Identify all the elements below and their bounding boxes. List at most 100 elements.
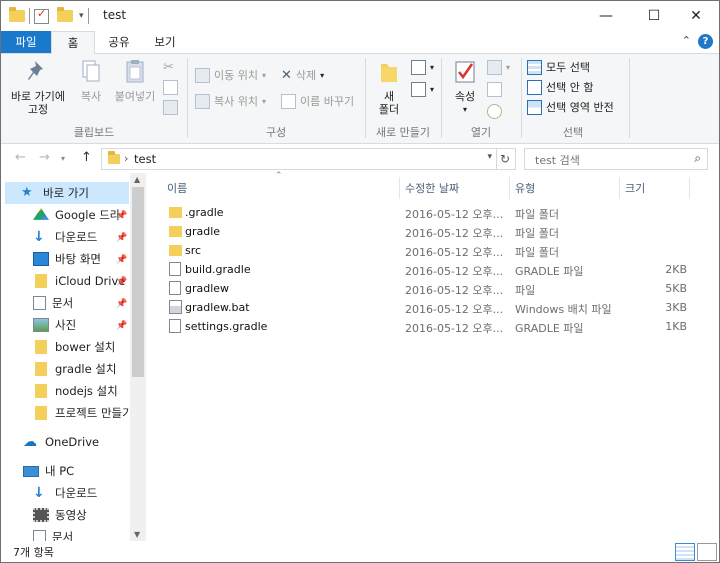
move-to-button[interactable]: 이동 위치 ▾: [195, 66, 266, 84]
nav-item-label: gradle 설치: [55, 362, 117, 376]
rename-button[interactable]: 이름 바꾸기: [281, 92, 354, 110]
divider: [365, 58, 366, 138]
large-icons-view-button[interactable]: [697, 543, 717, 561]
column-header-size[interactable]: 크기: [625, 177, 645, 199]
divider: [187, 58, 188, 138]
copy-to-button[interactable]: 복사 위치 ▾: [195, 92, 266, 110]
address-dropdown-icon[interactable]: ▾: [487, 152, 492, 162]
column-header-type[interactable]: 유형: [515, 177, 535, 199]
table-row[interactable]: build.gradle 2016-05-12 오후... GRADLE 파일 …: [159, 260, 699, 279]
table-row[interactable]: gradle 2016-05-12 오후... 파일 폴더: [159, 222, 699, 241]
tab-share[interactable]: 공유: [101, 31, 137, 53]
nav-item-icloud-drive[interactable]: iCloud Drive: [33, 270, 125, 292]
file-name: .gradle: [185, 206, 224, 219]
nav-item-documents[interactable]: 문서: [33, 292, 73, 314]
delete-button[interactable]: ✕ 삭제 ▾: [281, 66, 324, 84]
new-group-label: 새로 만들기: [375, 126, 431, 139]
nav-item-project[interactable]: 프로젝트 만들기: [33, 402, 133, 424]
search-input[interactable]: [533, 151, 685, 169]
nav-item-google-drive[interactable]: Google 드라: [33, 204, 120, 226]
search-box[interactable]: ⌕: [524, 148, 708, 170]
pin-icon[interactable]: 📌: [116, 211, 127, 221]
history-button[interactable]: [487, 102, 506, 120]
scroll-up-icon[interactable]: ▲: [134, 175, 140, 184]
nav-item-pictures[interactable]: 사진: [33, 314, 76, 336]
edit-button[interactable]: [487, 80, 506, 98]
new-folder-quick-icon[interactable]: [57, 7, 73, 22]
folder-icon: [35, 406, 47, 420]
tab-view[interactable]: 보기: [147, 31, 183, 53]
customize-quick-access-icon[interactable]: ▾: [79, 11, 84, 21]
breadcrumb-separator-icon[interactable]: ›: [124, 152, 128, 165]
breadcrumb-current[interactable]: test: [134, 152, 156, 166]
table-row[interactable]: settings.gradle 2016-05-12 오후... GRADLE …: [159, 317, 699, 336]
nav-item-downloads[interactable]: ↓ 다운로드: [33, 226, 97, 248]
file-type: 파일 폴더: [515, 246, 559, 259]
pin-icon[interactable]: 📌: [116, 321, 127, 331]
scroll-down-icon[interactable]: ▼: [134, 530, 140, 539]
tab-file[interactable]: 파일: [1, 31, 51, 53]
nav-item-this-pc[interactable]: 내 PC: [23, 460, 74, 482]
divider[interactable]: [619, 177, 620, 199]
pin-quick-access-button[interactable]: 바로 가기에 고정: [7, 58, 69, 116]
file-type: GRADLE 파일: [515, 265, 584, 278]
properties-dropdown-icon[interactable]: ▾: [447, 103, 483, 116]
forward-arrow-icon[interactable]: →: [39, 150, 50, 165]
details-view-button[interactable]: [675, 543, 695, 561]
easy-access-button[interactable]: ▾: [411, 80, 434, 98]
maximize-button[interactable]: ☐: [631, 1, 677, 31]
divider[interactable]: [399, 177, 400, 199]
ribbon-collapse-icon[interactable]: ⌃: [682, 34, 691, 47]
open-button[interactable]: ▾: [487, 58, 510, 76]
nav-item-gradle[interactable]: gradle 설치: [33, 358, 116, 380]
minimize-button[interactable]: —: [583, 1, 629, 31]
divider[interactable]: [509, 177, 510, 199]
new-folder-button[interactable]: 새 폴더: [369, 58, 409, 116]
cut-button[interactable]: ✂: [163, 58, 174, 76]
select-all-button[interactable]: 모두 선택: [527, 58, 590, 76]
nav-item-videos[interactable]: 동영상: [33, 504, 87, 526]
invert-selection-button[interactable]: 선택 영역 반전: [527, 98, 614, 116]
nav-item-nodejs[interactable]: nodejs 설치: [33, 380, 118, 402]
help-icon[interactable]: ?: [698, 34, 713, 49]
column-header-date[interactable]: 수정한 날짜: [405, 177, 459, 199]
nav-item-quick-access[interactable]: ★ 바로 가기: [5, 182, 129, 204]
file-type: 파일 폴더: [515, 227, 559, 240]
nav-pane-scrollbar[interactable]: ▲ ▼: [130, 173, 146, 541]
nav-item-pc-downloads[interactable]: ↓ 다운로드: [33, 482, 97, 504]
select-all-label: 모두 선택: [546, 61, 590, 74]
scrollbar-thumb[interactable]: [132, 187, 144, 377]
column-header-name[interactable]: 이름: [167, 177, 187, 199]
up-arrow-icon[interactable]: ↑: [81, 150, 92, 165]
paste-button[interactable]: 붙여넣기: [109, 58, 161, 103]
paste-shortcut-button[interactable]: [163, 98, 182, 116]
table-row[interactable]: gradlew.bat 2016-05-12 오후... Windows 배치 …: [159, 298, 699, 317]
pin-icon[interactable]: 📌: [116, 299, 127, 309]
nav-item-pc-documents[interactable]: 문서: [33, 526, 73, 541]
properties-quick-icon[interactable]: ✓: [34, 7, 49, 24]
copy-button[interactable]: 복사: [73, 58, 109, 103]
status-bar: 7개 항목: [1, 541, 719, 562]
recent-locations-icon[interactable]: ▾: [61, 154, 65, 163]
download-icon: ↓: [33, 229, 45, 245]
pin-icon[interactable]: 📌: [116, 255, 127, 265]
table-row[interactable]: gradlew 2016-05-12 오후... 파일 5KB: [159, 279, 699, 298]
nav-item-bower[interactable]: bower 설치: [33, 336, 115, 358]
nav-item-desktop[interactable]: 바탕 화면: [33, 248, 101, 270]
pin-icon[interactable]: 📌: [116, 277, 127, 287]
back-arrow-icon[interactable]: ←: [15, 150, 26, 165]
new-item-button[interactable]: ▾: [411, 58, 434, 76]
select-none-button[interactable]: 선택 안 함: [527, 78, 593, 96]
tab-home[interactable]: 홈: [51, 31, 95, 55]
address-bar[interactable]: › test ▾: [101, 148, 497, 170]
refresh-button[interactable]: ↻: [495, 148, 516, 170]
divider[interactable]: [689, 177, 690, 199]
nav-item-label: 바로 가기: [43, 186, 89, 200]
nav-item-onedrive[interactable]: ☁ OneDrive: [23, 431, 99, 453]
properties-button[interactable]: 속성 ▾: [447, 58, 483, 116]
copy-path-button[interactable]: [163, 78, 182, 96]
table-row[interactable]: src 2016-05-12 오후... 파일 폴더: [159, 241, 699, 260]
table-row[interactable]: .gradle 2016-05-12 오후... 파일 폴더: [159, 203, 699, 222]
pin-icon[interactable]: 📌: [116, 233, 127, 243]
close-button[interactable]: ✕: [673, 1, 719, 31]
